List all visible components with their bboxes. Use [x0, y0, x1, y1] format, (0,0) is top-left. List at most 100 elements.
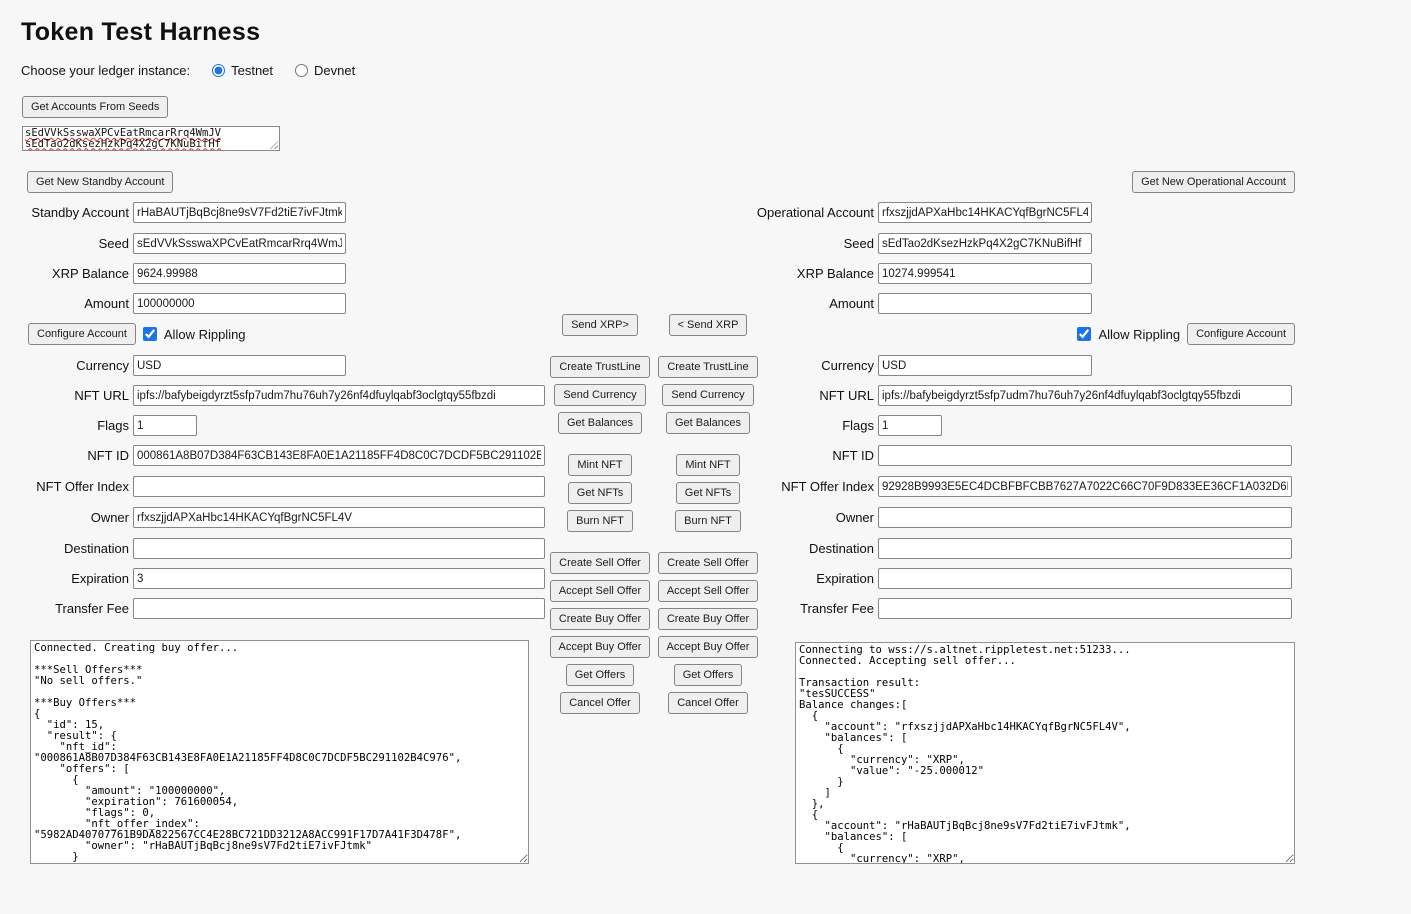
standby-owner-input[interactable]: [133, 507, 545, 528]
operational-configure-account-button[interactable]: Configure Account: [1187, 323, 1295, 345]
standby-nft-offer-index-input[interactable]: [133, 476, 545, 497]
standby-account-label: Standby Account: [2, 202, 133, 223]
standby-destination-input[interactable]: [133, 538, 545, 559]
operational-seed-input[interactable]: [878, 233, 1092, 254]
operational-get-balances-button[interactable]: Get Balances: [666, 412, 750, 434]
operational-account-row: Operational Account: [750, 202, 1092, 223]
standby-allow-rippling-checkbox[interactable]: [143, 327, 157, 341]
operational-expiration-label: Expiration: [750, 568, 878, 589]
operational-nft-url-input[interactable]: [878, 385, 1292, 406]
standby-destination-label: Destination: [2, 538, 133, 559]
operational-accept-buy-offer-button[interactable]: Accept Buy Offer: [658, 636, 759, 658]
standby-configure-account-button[interactable]: Configure Account: [28, 323, 136, 345]
standby-get-nfts-button[interactable]: Get NFTs: [568, 482, 632, 504]
operational-configure-row: Allow Rippling Configure Account: [1077, 323, 1295, 345]
get-new-standby-account-button[interactable]: Get New Standby Account: [27, 171, 173, 193]
operational-currency-label: Currency: [750, 355, 878, 376]
operational-expiration-input[interactable]: [878, 568, 1292, 589]
operational-mint-nft-button[interactable]: Mint NFT: [676, 454, 739, 476]
operational-accept-sell-offer-button[interactable]: Accept Sell Offer: [658, 580, 758, 602]
standby-flags-input[interactable]: [133, 415, 197, 436]
operational-flags-label: Flags: [750, 415, 878, 436]
action-row-get-offers: Get Offers Get Offers: [546, 664, 762, 686]
standby-transfer-fee-input[interactable]: [133, 598, 545, 619]
standby-currency-row: Currency: [2, 355, 346, 376]
action-row-get-nfts: Get NFTs Get NFTs: [546, 482, 762, 504]
operational-destination-input[interactable]: [878, 538, 1292, 559]
standby-flags-row: Flags: [2, 415, 197, 436]
standby-nft-url-input[interactable]: [133, 385, 545, 406]
ledger-option-testnet[interactable]: Testnet: [212, 63, 273, 78]
standby-nft-id-label: NFT ID: [2, 445, 133, 466]
ledger-instance-label: Choose your ledger instance:: [21, 63, 190, 78]
operational-xrp-balance-row: XRP Balance: [750, 263, 1092, 284]
operational-amount-label: Amount: [750, 293, 878, 314]
operational-nft-url-row: NFT URL: [750, 385, 1292, 406]
operational-cancel-offer-button[interactable]: Cancel Offer: [668, 692, 748, 714]
action-row-mint-nft: Mint NFT Mint NFT: [546, 454, 762, 476]
seed-line-standby: sEdVVkSsswaXPCvEatRmcarRrq4WmJV: [25, 128, 277, 139]
operational-send-currency-button[interactable]: Send Currency: [662, 384, 753, 406]
standby-nft-id-input[interactable]: [133, 445, 545, 466]
standby-expiration-input[interactable]: [133, 568, 545, 589]
operational-burn-nft-button[interactable]: Burn NFT: [675, 510, 741, 532]
testnet-radio[interactable]: [212, 64, 225, 77]
action-row-accept-sell-offer: Accept Sell Offer Accept Sell Offer: [546, 580, 762, 602]
operational-get-offers-button[interactable]: Get Offers: [674, 664, 743, 686]
operational-results-textarea[interactable]: Connecting to wss://s.altnet.rippletest.…: [795, 642, 1295, 864]
ledger-option-devnet[interactable]: Devnet: [295, 63, 355, 78]
standby-create-sell-offer-button[interactable]: Create Sell Offer: [550, 552, 650, 574]
standby-create-trustline-button[interactable]: Create TrustLine: [550, 356, 649, 378]
operational-owner-input[interactable]: [878, 507, 1292, 528]
standby-mint-nft-button[interactable]: Mint NFT: [568, 454, 631, 476]
standby-allow-rippling-label: Allow Rippling: [164, 327, 246, 342]
action-row-burn-nft: Burn NFT Burn NFT: [546, 510, 762, 532]
standby-get-offers-button[interactable]: Get Offers: [566, 664, 635, 686]
ledger-instance-row: Choose your ledger instance: Testnet Dev…: [21, 63, 355, 78]
operational-create-trustline-button[interactable]: Create TrustLine: [658, 356, 757, 378]
standby-nft-id-row: NFT ID: [2, 445, 545, 466]
operational-amount-input[interactable]: [878, 293, 1092, 314]
operational-allow-rippling-checkbox[interactable]: [1077, 327, 1091, 341]
standby-xrp-balance-input[interactable]: [133, 263, 346, 284]
standby-accept-sell-offer-button[interactable]: Accept Sell Offer: [550, 580, 650, 602]
standby-send-currency-button[interactable]: Send Currency: [554, 384, 645, 406]
devnet-radio[interactable]: [295, 64, 308, 77]
action-row-get-balances: Get Balances Get Balances: [546, 412, 762, 434]
operational-get-nfts-button[interactable]: Get NFTs: [676, 482, 740, 504]
standby-cancel-offer-button[interactable]: Cancel Offer: [560, 692, 640, 714]
operational-nft-offer-index-input[interactable]: [878, 476, 1292, 497]
standby-accept-buy-offer-button[interactable]: Accept Buy Offer: [550, 636, 651, 658]
standby-send-xrp-button[interactable]: Send XRP>: [562, 314, 638, 336]
get-accounts-from-seeds-button[interactable]: Get Accounts From Seeds: [22, 96, 168, 118]
seed-line-operational: sEdTao2dKsezHzkPq4X2gC7KNuBifHf: [25, 139, 277, 150]
get-new-operational-account-button[interactable]: Get New Operational Account: [1132, 171, 1295, 193]
operational-owner-label: Owner: [750, 507, 878, 528]
standby-currency-input[interactable]: [133, 355, 346, 376]
seeds-textarea[interactable]: sEdVVkSsswaXPCvEatRmcarRrq4WmJV sEdTao2d…: [22, 126, 280, 151]
operational-transfer-fee-input[interactable]: [878, 598, 1292, 619]
standby-results-textarea[interactable]: Connected. Creating buy offer... ***Sell…: [30, 640, 529, 864]
standby-account-input[interactable]: [133, 202, 346, 223]
operational-create-sell-offer-button[interactable]: Create Sell Offer: [658, 552, 758, 574]
standby-create-buy-offer-button[interactable]: Create Buy Offer: [550, 608, 650, 630]
operational-allow-rippling-label: Allow Rippling: [1098, 327, 1180, 342]
standby-configure-row: Configure Account Allow Rippling: [28, 323, 246, 345]
operational-expiration-row: Expiration: [750, 568, 1292, 589]
standby-get-balances-button[interactable]: Get Balances: [558, 412, 642, 434]
standby-amount-input[interactable]: [133, 293, 346, 314]
standby-expiration-row: Expiration: [2, 568, 545, 589]
operational-flags-input[interactable]: [878, 415, 942, 436]
standby-expiration-label: Expiration: [2, 568, 133, 589]
standby-burn-nft-button[interactable]: Burn NFT: [567, 510, 633, 532]
page-title: Token Test Harness: [21, 18, 260, 47]
operational-nft-id-input[interactable]: [878, 445, 1292, 466]
action-row-create-sell-offer: Create Sell Offer Create Sell Offer: [546, 552, 762, 574]
operational-send-xrp-button[interactable]: < Send XRP: [669, 314, 748, 336]
standby-seed-input[interactable]: [133, 233, 346, 254]
operational-account-input[interactable]: [878, 202, 1092, 223]
operational-create-buy-offer-button[interactable]: Create Buy Offer: [658, 608, 758, 630]
operational-transfer-fee-label: Transfer Fee: [750, 598, 878, 619]
operational-xrp-balance-input[interactable]: [878, 263, 1092, 284]
operational-currency-input[interactable]: [878, 355, 1092, 376]
